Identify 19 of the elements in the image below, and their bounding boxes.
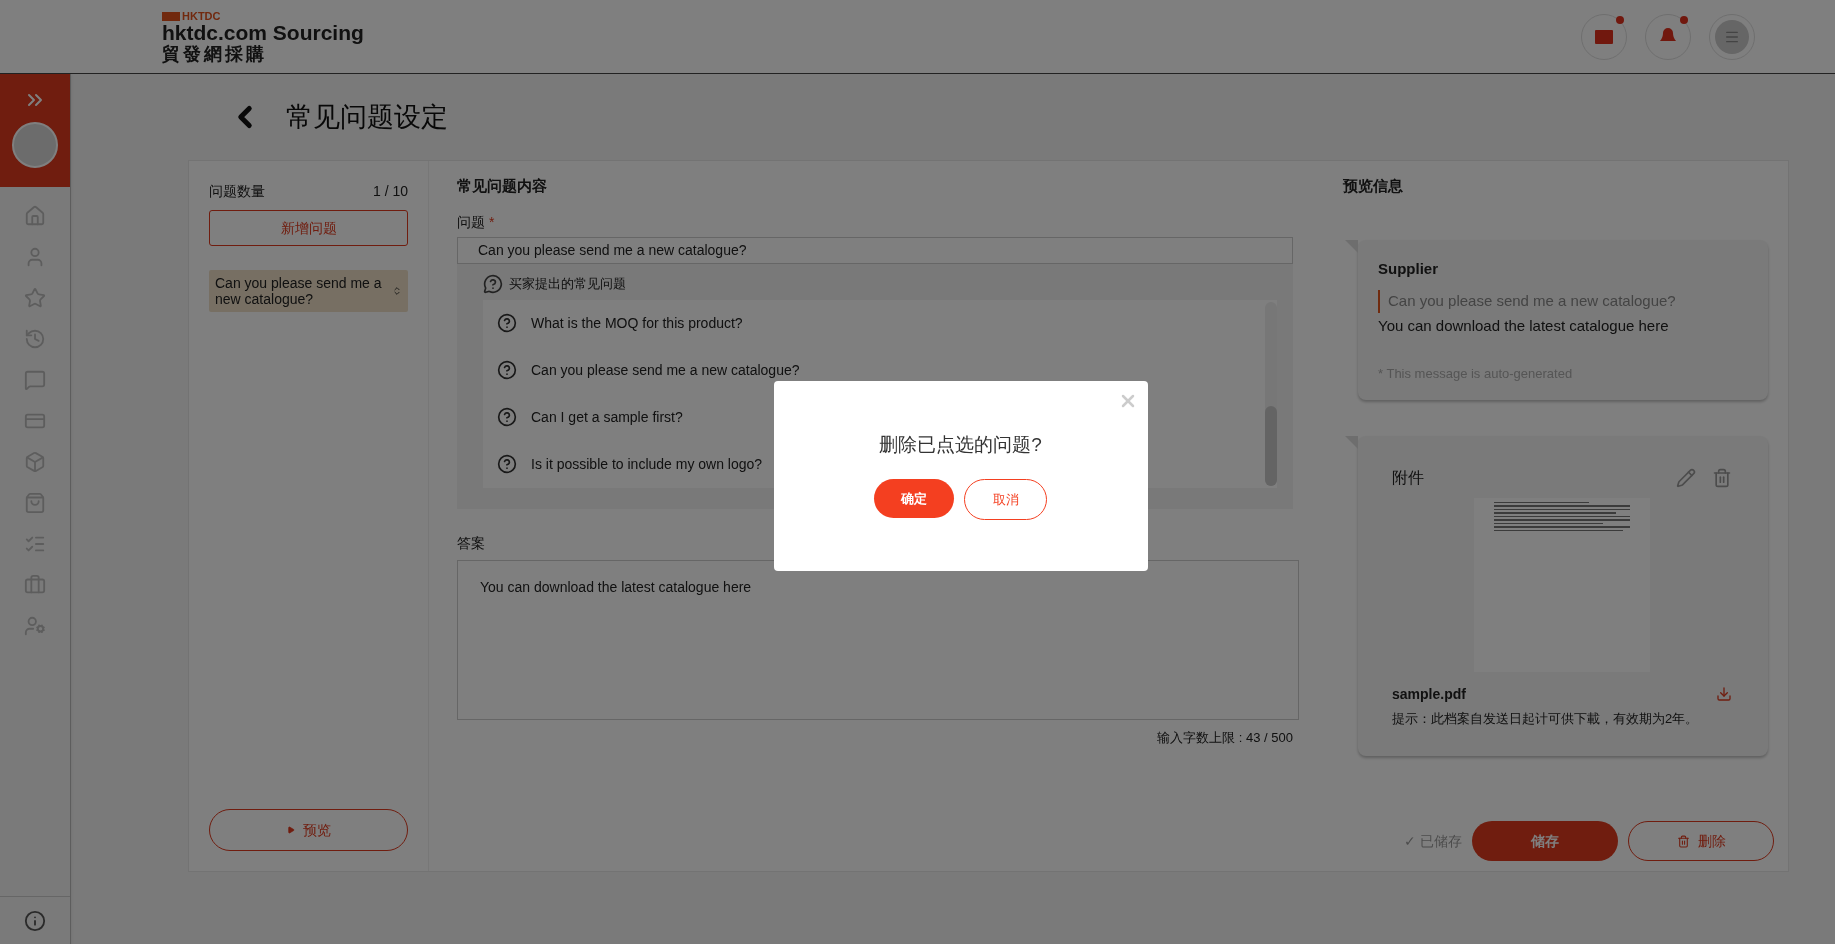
question-label: 问题 [457,212,485,232]
sender-name: Supplier [1378,258,1439,279]
logo-title: hktdc.com Sourcing [162,21,364,43]
logo-mark: HKTDC [182,10,221,22]
answer-label: 答案 [457,533,486,553]
question-count-label: 问题数量 [209,182,265,201]
suggestions-title: 买家提出的常见问题 [509,274,626,293]
preview-heading: 预览信息 [1343,176,1404,196]
file-name: sample.pdf [1392,684,1466,704]
attachment-title: 附件 [1392,467,1424,488]
required-mark: * [489,212,495,232]
download-hint: 提示：此档案自发送日起计可供下載，有效期为2年。 [1392,709,1700,728]
logo-subtitle: 貿發網採購 [162,44,268,63]
question-count: 1 / 10 [372,182,408,201]
page-title: 常见问题设定 [286,100,448,134]
dialog-message: 删除已点选的问题? [879,432,1042,457]
character-counter: 输入字数上限 : 43 / 500 [1157,728,1293,747]
section-heading: 常见问题内容 [457,176,548,196]
answer-text: You can download the latest catalogue here [1378,315,1670,336]
